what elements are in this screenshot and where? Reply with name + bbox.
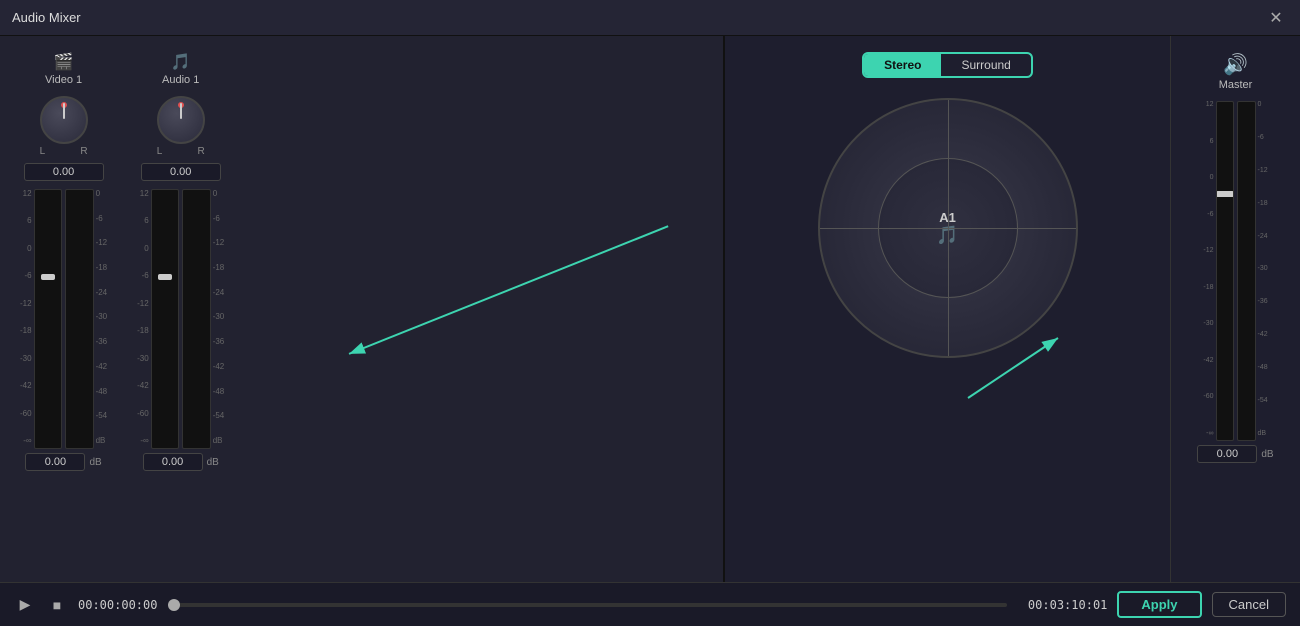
master-db-value[interactable]: 0.00 (1197, 445, 1257, 463)
right-panel: Stereo Surround A1 🎵 (725, 36, 1300, 582)
stereo-button[interactable]: Stereo (864, 54, 941, 76)
video-db-row: 0.00 dB (25, 453, 101, 471)
meter-scale-right: 0 -6 -12 -18 -24 -30 -36 -42 -48 -54 dB (96, 189, 108, 449)
audio-fader-l[interactable] (158, 274, 172, 280)
video-meter-l (34, 189, 63, 449)
r-label: R (80, 146, 87, 157)
l-label: L (40, 146, 46, 157)
speaker-icon: 🔊 (1223, 52, 1248, 77)
audio-value[interactable]: 0.00 (141, 163, 221, 181)
duration-display: 00:03:10:01 (1017, 598, 1107, 612)
left-panel: 🎬 Video 1 L R 0.00 12 6 0 (0, 36, 725, 582)
l-label-audio: L (157, 146, 163, 157)
audio-knob-container: L R (157, 96, 205, 157)
bottom-bar: ▶ ■ 00:00:00:00 00:03:10:01 Apply Cancel (0, 582, 1300, 626)
video-fader-l[interactable] (41, 274, 55, 280)
video-db-value[interactable]: 0.00 (25, 453, 85, 471)
video-track-name: Video 1 (45, 74, 82, 86)
video-value[interactable]: 0.00 (24, 163, 104, 181)
audio-db-value[interactable]: 0.00 (143, 453, 203, 471)
master-meter-r (1237, 101, 1256, 441)
meter-scale-left: 12 6 0 -6 -12 -18 -30 -42 -60 -∞ (20, 189, 32, 449)
audio-meter-bars (151, 189, 211, 449)
surround-button[interactable]: Surround (941, 54, 1030, 76)
video-meter-section: 12 6 0 -6 -12 -18 -30 -42 -60 -∞ (20, 189, 107, 449)
stop-button[interactable]: ■ (46, 594, 68, 616)
audio-meter-scale-right: 0 -6 -12 -18 -24 -30 -36 -42 -48 -54 dB (213, 189, 225, 449)
audio-db-row: 0.00 dB (143, 453, 219, 471)
title-bar: Audio Mixer ✕ (0, 0, 1300, 36)
audio-track-name: Audio 1 (162, 74, 199, 86)
master-fader[interactable] (1216, 191, 1234, 197)
lr-labels: L R (40, 146, 88, 157)
audio-meter-r (182, 189, 211, 449)
audio-mixer-window: Audio Mixer ✕ 🎬 Video 1 L R 0.00 (0, 0, 1300, 626)
close-button[interactable]: ✕ (1264, 6, 1288, 30)
video-meter-r (65, 189, 94, 449)
master-section: 🔊 Master 12 6 0 -6 -12 -18 -30 -42 -60 -… (1170, 36, 1300, 582)
master-label: Master (1219, 79, 1253, 91)
audio-knob[interactable] (157, 96, 205, 144)
knob-indicator (178, 102, 184, 108)
audio-meter-l (151, 189, 180, 449)
timeline-bar[interactable] (168, 603, 1007, 607)
surround-section: Stereo Surround A1 🎵 (725, 36, 1170, 582)
time-display: 00:00:00:00 (78, 598, 158, 612)
master-db-row: 0.00 dB (1197, 445, 1273, 463)
window-title: Audio Mixer (12, 10, 81, 25)
annotation-arrows (0, 36, 723, 582)
audio-meter-section: 12 6 0 -6 -12 -18 -30 -42 -60 -∞ (137, 189, 224, 449)
video-icon: 🎬 (54, 52, 74, 72)
video-meter-bars (34, 189, 94, 449)
video-knob-container: L R (40, 96, 88, 157)
surround-arrow (818, 318, 1078, 438)
lr-labels-audio: L R (157, 146, 205, 157)
play-button[interactable]: ▶ (14, 594, 36, 616)
audio-db-label: dB (207, 457, 219, 468)
stereo-surround-toggle: Stereo Surround (862, 52, 1033, 78)
video-track: 🎬 Video 1 L R 0.00 12 6 0 (20, 52, 107, 566)
knob-indicator (61, 102, 67, 108)
main-content: 🎬 Video 1 L R 0.00 12 6 0 (0, 36, 1300, 582)
video-db-label: dB (89, 457, 101, 468)
master-scale-left: 12 6 0 -6 -12 -18 -30 -42 -60 -∞ (1203, 101, 1213, 441)
master-meter-bars (1216, 101, 1256, 441)
master-db-label: dB (1261, 449, 1273, 460)
r-label-audio: R (197, 146, 204, 157)
master-meter-l (1216, 101, 1235, 441)
audio-track: 🎵 Audio 1 L R 0.00 12 6 0 (137, 52, 224, 566)
video-knob[interactable] (40, 96, 88, 144)
audio-meter-scale-left: 12 6 0 -6 -12 -18 -30 -42 -60 -∞ (137, 189, 149, 449)
master-meter-full: 12 6 0 -6 -12 -18 -30 -42 -60 -∞ (1203, 101, 1267, 441)
cancel-button[interactable]: Cancel (1212, 592, 1286, 617)
audio-icon: 🎵 (171, 52, 191, 72)
apply-button[interactable]: Apply (1117, 591, 1201, 618)
master-scale-right: 0 -6 -12 -18 -24 -30 -36 -42 -48 -54 dB (1258, 101, 1268, 441)
timeline-playhead[interactable] (168, 599, 180, 611)
